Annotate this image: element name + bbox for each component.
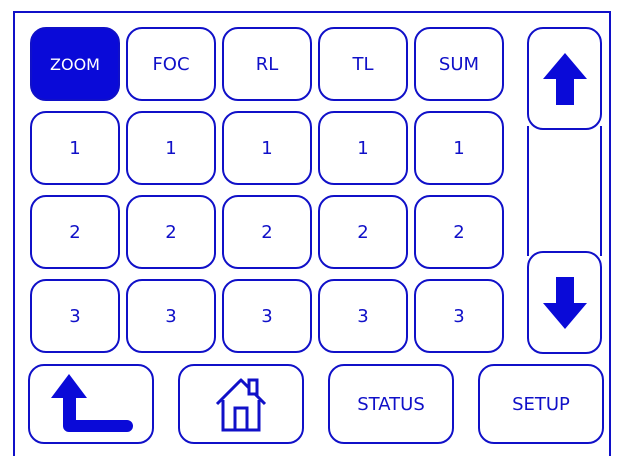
- home-icon: [215, 378, 267, 432]
- home-button[interactable]: [178, 364, 304, 444]
- preset-button-row1-col3[interactable]: 1: [222, 111, 312, 185]
- preset-button-row3-col3[interactable]: 3: [222, 279, 312, 353]
- back-button[interactable]: [28, 364, 154, 444]
- tab-foc[interactable]: FOC: [126, 27, 216, 101]
- preset-button-row2-col3[interactable]: 2: [222, 195, 312, 269]
- setup-button[interactable]: SETUP: [478, 364, 604, 444]
- scroll-up-button[interactable]: [527, 27, 602, 130]
- preset-button-row2-col1[interactable]: 2: [30, 195, 120, 269]
- preset-button-row3-col2[interactable]: 3: [126, 279, 216, 353]
- scroll-down-button[interactable]: [527, 251, 602, 354]
- tab-tl[interactable]: TL: [318, 27, 408, 101]
- preset-button-row3-col5[interactable]: 3: [414, 279, 504, 353]
- preset-button-row1-col2[interactable]: 1: [126, 111, 216, 185]
- scroll-track[interactable]: [527, 126, 602, 256]
- preset-button-row3-col4[interactable]: 3: [318, 279, 408, 353]
- status-button[interactable]: STATUS: [328, 364, 454, 444]
- preset-button-row2-col2[interactable]: 2: [126, 195, 216, 269]
- tab-zoom[interactable]: ZOOM: [30, 27, 120, 101]
- arrow-up-icon: [542, 52, 587, 105]
- preset-button-row1-col1[interactable]: 1: [30, 111, 120, 185]
- preset-button-row3-col1[interactable]: 3: [30, 279, 120, 353]
- preset-button-row2-col5[interactable]: 2: [414, 195, 504, 269]
- preset-button-row2-col4[interactable]: 2: [318, 195, 408, 269]
- back-arrow-icon: [51, 374, 133, 432]
- arrow-down-icon: [542, 276, 587, 329]
- tab-sum[interactable]: SUM: [414, 27, 504, 101]
- preset-button-row1-col5[interactable]: 1: [414, 111, 504, 185]
- preset-button-row1-col4[interactable]: 1: [318, 111, 408, 185]
- tab-rl[interactable]: RL: [222, 27, 312, 101]
